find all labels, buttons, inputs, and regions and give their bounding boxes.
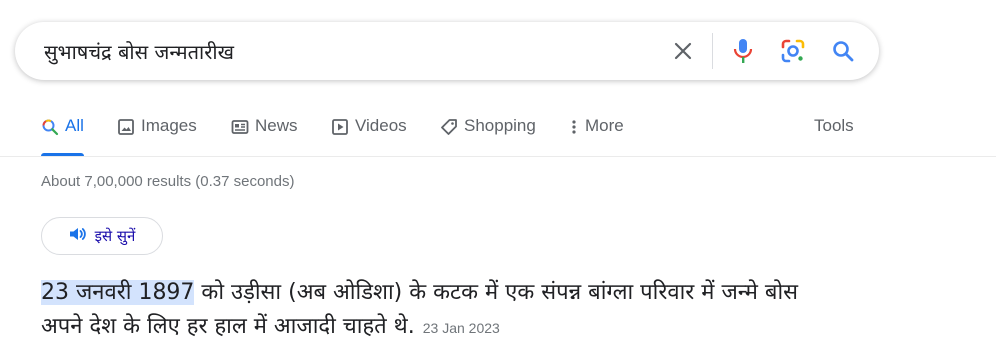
speaker-icon — [69, 226, 87, 246]
news-icon — [231, 118, 249, 136]
tab-label: News — [255, 116, 298, 135]
snippet-highlight: 23 जनवरी 1897 — [41, 280, 195, 305]
tab-more[interactable]: More — [569, 116, 624, 156]
microphone-icon[interactable] — [729, 37, 757, 65]
search-tabs: All Images News Videos Shopping More Too… — [0, 108, 996, 157]
search-icon — [41, 118, 59, 136]
tab-label: More — [585, 116, 624, 135]
snippet-date: 23 Jan 2023 — [422, 320, 500, 336]
search-divider — [712, 33, 713, 69]
tab-label: Shopping — [464, 116, 536, 135]
tab-label: Videos — [355, 116, 407, 135]
featured-snippet: 23 जनवरी 1897 को उड़ीसा (अब ओडिशा) के कट… — [41, 276, 841, 345]
tab-news[interactable]: News — [231, 116, 298, 156]
clear-icon[interactable] — [669, 37, 697, 65]
video-icon — [331, 118, 349, 136]
tools-button[interactable]: Tools — [814, 116, 854, 136]
listen-button[interactable]: इसे सुनें — [41, 217, 163, 255]
search-bar: सुभाषचंद्र बोस जन्मतारीख — [15, 22, 879, 80]
tab-videos[interactable]: Videos — [331, 116, 407, 156]
tab-images[interactable]: Images — [117, 116, 197, 156]
tab-label: Images — [141, 116, 197, 135]
tab-shopping[interactable]: Shopping — [440, 116, 536, 156]
tab-label: All — [65, 116, 84, 135]
search-input[interactable]: सुभाषचंद्र बोस जन्मतारीख — [44, 38, 234, 65]
listen-label: इसे सुनें — [94, 227, 136, 245]
tab-all[interactable]: All — [41, 116, 84, 156]
image-icon — [117, 118, 135, 136]
result-stats: About 7,00,000 results (0.37 seconds) — [41, 173, 295, 190]
tag-icon — [440, 118, 458, 136]
search-icon[interactable] — [829, 37, 857, 65]
more-vert-icon — [569, 118, 579, 136]
lens-icon[interactable] — [779, 37, 807, 65]
